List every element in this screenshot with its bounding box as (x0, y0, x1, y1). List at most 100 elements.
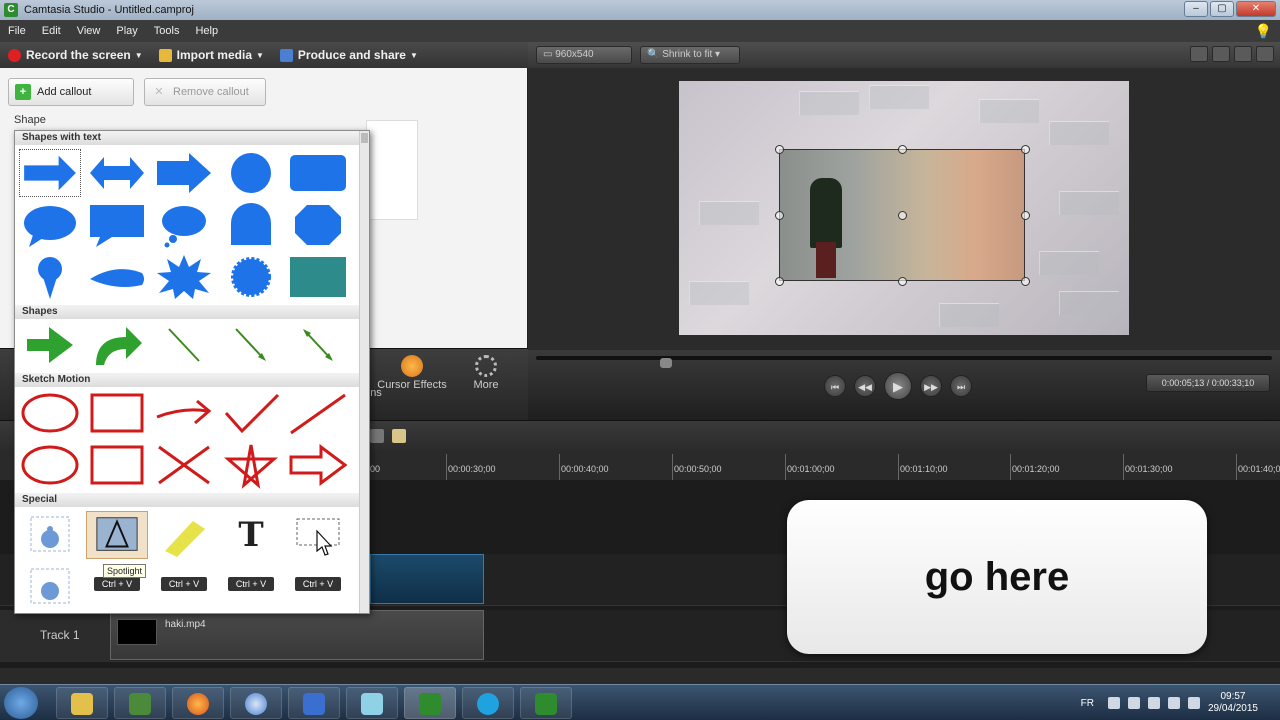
menu-view[interactable]: View (69, 25, 109, 37)
sketch-ellipse[interactable] (19, 389, 81, 437)
maximize-button[interactable]: ▢ (1210, 1, 1234, 17)
taskbar-skype[interactable] (462, 687, 514, 719)
oval-speech-callout[interactable] (19, 201, 81, 249)
track-1-header[interactable]: Track 1 (0, 610, 110, 662)
rectangle-callout[interactable] (287, 149, 349, 197)
taskbar-app-monitor[interactable] (114, 687, 166, 719)
task-cursor-effects[interactable]: Cursor Effects (376, 349, 448, 421)
arrow-double-callout[interactable] (86, 149, 148, 197)
green-arrow-shape[interactable] (19, 321, 81, 369)
rewind-icon[interactable]: ◀◀ (854, 375, 876, 397)
resize-handle[interactable] (898, 145, 907, 154)
zoom-dropdown[interactable]: 🔍 Shrink to fit ▾ (640, 46, 740, 64)
sketch-ellipse-2[interactable] (19, 441, 81, 489)
resize-handle[interactable] (1021, 277, 1030, 286)
pixelate-callout[interactable] (19, 563, 81, 611)
arrow-chevron-callout[interactable] (153, 149, 215, 197)
octagon-callout[interactable] (287, 201, 349, 249)
rotate-handle[interactable] (898, 211, 907, 220)
resize-handle[interactable] (898, 277, 907, 286)
language-indicator[interactable]: FR (1081, 698, 1094, 709)
battery-icon[interactable] (1147, 697, 1160, 709)
menu-play[interactable]: Play (108, 25, 145, 37)
remove-callout-button[interactable]: ✕ Remove callout (144, 78, 266, 106)
sketch-checkmark[interactable] (220, 389, 282, 437)
double-arrow-line-shape[interactable] (287, 321, 349, 369)
resize-handle[interactable] (1021, 211, 1030, 220)
taskbar-explorer[interactable] (56, 687, 108, 719)
blur-callout[interactable] (19, 511, 81, 559)
sketch-x[interactable] (153, 441, 215, 489)
spotlight-callout[interactable] (86, 511, 148, 559)
network-icon[interactable] (1167, 697, 1180, 709)
arrow-line-shape[interactable] (220, 321, 282, 369)
play-icon[interactable]: ▶ (884, 372, 912, 400)
rect-speech-callout[interactable] (86, 201, 148, 249)
circle-callout[interactable] (220, 149, 282, 197)
flag-icon[interactable] (1187, 697, 1200, 709)
minimize-button[interactable]: – (1184, 1, 1208, 17)
line-shape[interactable] (153, 321, 215, 369)
add-callout-button[interactable]: + Add callout (8, 78, 134, 106)
close-button[interactable]: ✕ (1236, 1, 1276, 17)
green-curved-arrow-shape[interactable] (86, 321, 148, 369)
keystroke-callout[interactable]: Ctrl + V (287, 563, 349, 611)
seek-bar[interactable] (536, 356, 1272, 368)
taskbar-app-network[interactable] (288, 687, 340, 719)
sketch-block-arrow[interactable] (287, 441, 349, 489)
seal-callout[interactable] (220, 253, 282, 301)
resize-handle[interactable] (775, 277, 784, 286)
volume-icon[interactable] (1127, 697, 1140, 709)
skip-forward-icon[interactable]: ⏭ (950, 375, 972, 397)
pin-callout[interactable] (19, 253, 81, 301)
lightbulb-icon[interactable]: 💡 (1255, 23, 1272, 40)
highlight-callout[interactable] (153, 511, 215, 559)
menu-help[interactable]: Help (187, 25, 226, 37)
teal-rectangle-callout[interactable] (287, 253, 349, 301)
video-clip[interactable]: haki.mp4 (110, 610, 484, 660)
taskbar-firefox[interactable] (172, 687, 224, 719)
keystroke-callout[interactable]: Ctrl + V (220, 563, 282, 611)
menu-tools[interactable]: Tools (146, 25, 188, 37)
taskbar-app-notes[interactable] (346, 687, 398, 719)
video-canvas[interactable] (679, 81, 1129, 335)
detach-button[interactable] (1190, 46, 1208, 62)
taskbar-camtasia[interactable] (404, 687, 456, 719)
thought-bubble-callout[interactable] (153, 201, 215, 249)
audio-clip[interactable] (370, 554, 484, 604)
picture-in-picture-clip[interactable] (775, 145, 1030, 286)
sketch-star[interactable] (220, 441, 282, 489)
windows-start-button[interactable] (4, 687, 38, 719)
resize-handle[interactable] (1021, 145, 1030, 154)
arrow-right-callout[interactable] (19, 149, 81, 197)
dimensions-dropdown[interactable]: ▭ 960x540 (536, 46, 632, 64)
download-button[interactable] (1212, 46, 1230, 62)
text-callout[interactable]: T (220, 511, 282, 559)
taskbar-app-sphere[interactable] (230, 687, 282, 719)
sketch-line[interactable] (287, 389, 349, 437)
fullscreen-button[interactable] (1234, 46, 1252, 62)
resize-handle[interactable] (775, 145, 784, 154)
gallery-scrollbar[interactable] (359, 131, 369, 613)
menu-file[interactable]: File (0, 25, 34, 37)
task-more[interactable]: More (450, 349, 522, 421)
sketch-rectangle[interactable] (86, 389, 148, 437)
menu-edit[interactable]: Edit (34, 25, 69, 37)
tray-up-icon[interactable] (1107, 697, 1120, 709)
clock[interactable]: 09:57 29/04/2015 (1208, 691, 1258, 715)
fast-forward-icon[interactable]: ▶▶ (920, 375, 942, 397)
rounded-speech-callout[interactable] (220, 201, 282, 249)
produce-share-button[interactable]: Produce and share ▼ (272, 48, 426, 62)
split-icon[interactable] (370, 429, 384, 443)
click-callout[interactable] (287, 511, 349, 559)
resize-handle[interactable] (775, 211, 784, 220)
seek-thumb[interactable] (660, 358, 672, 368)
teardrop-callout[interactable] (86, 253, 148, 301)
sketch-arrow[interactable] (153, 389, 215, 437)
keystroke-callout[interactable]: Ctrl + V (153, 563, 215, 611)
timeline-zoom-bar[interactable] (0, 668, 1280, 684)
record-screen-button[interactable]: Record the screen ▼ (0, 48, 151, 62)
taskbar-camtasia-2[interactable] (520, 687, 572, 719)
paste-icon[interactable] (392, 429, 406, 443)
enlarge-button[interactable] (1256, 46, 1274, 62)
